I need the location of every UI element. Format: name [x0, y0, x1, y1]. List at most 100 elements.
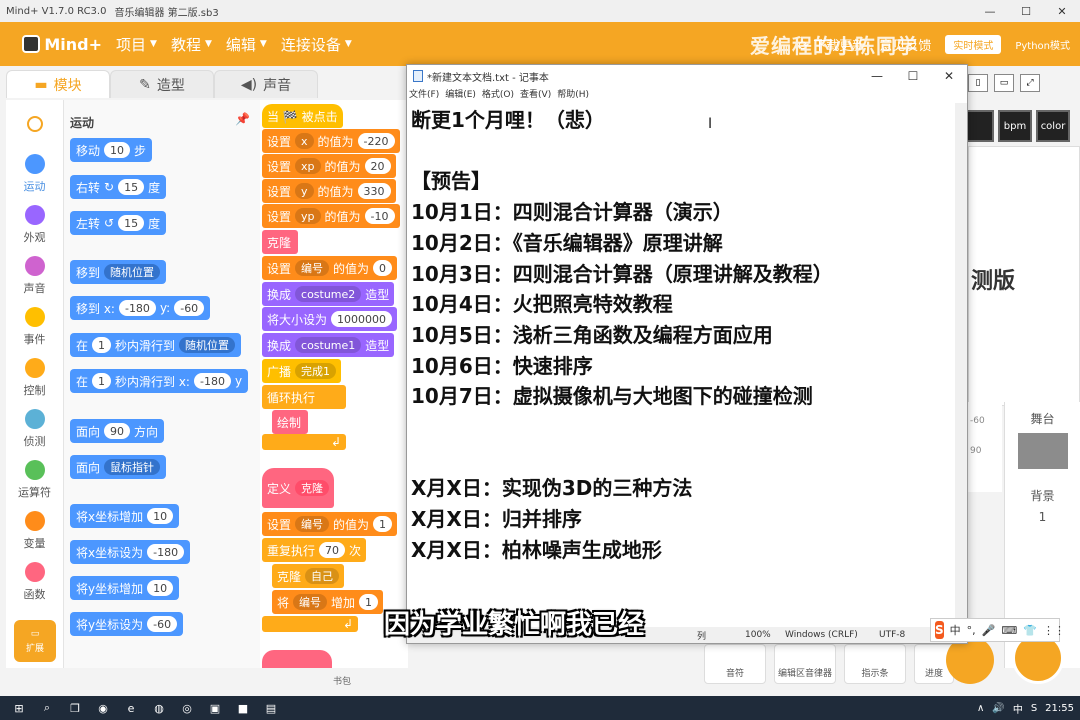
set-var-number[interactable]: 设置 编号 的值为 0 — [262, 256, 398, 280]
menu-tutorial[interactable]: 教程 ▼ — [171, 34, 212, 55]
notepad-menu-view[interactable]: 查看(V) — [520, 87, 551, 101]
call-draw[interactable]: 绘制 — [272, 410, 308, 434]
tool-indicator[interactable]: 指示条 — [844, 644, 906, 684]
tab-costumes[interactable]: ✎ 造型 — [110, 70, 214, 98]
close-button[interactable]: ✕ — [1044, 0, 1080, 22]
stage-canvas[interactable]: 测版 — [968, 146, 1080, 406]
call-clone[interactable]: 克隆 — [262, 230, 298, 254]
block-input[interactable]: 20 — [364, 158, 391, 174]
notepad-minimize-button[interactable]: — — [859, 65, 895, 87]
ime-chinese-toggle[interactable]: 中 — [950, 622, 961, 638]
hat-green-flag[interactable]: 当 🏁 被点击 — [262, 104, 343, 128]
ime-skin-icon[interactable]: 👕 — [1023, 624, 1037, 637]
backpack-label[interactable]: 书包 — [262, 674, 422, 688]
define-block-partial[interactable] — [262, 650, 332, 668]
block-input[interactable]: 0 — [373, 260, 393, 276]
app-icon[interactable]: ▣ — [206, 701, 224, 715]
block-input[interactable]: -220 — [357, 133, 395, 149]
set-var-number-2[interactable]: 设置 编号 的值为 1 — [262, 512, 398, 536]
minimize-button[interactable]: — — [972, 0, 1008, 22]
search-icon[interactable] — [26, 116, 43, 132]
block-input[interactable]: 1 — [373, 516, 393, 532]
menu-project[interactable]: 项目 ▼ — [116, 34, 157, 55]
ime-punctuation-icon[interactable]: °, — [967, 624, 976, 637]
clone-dropdown[interactable]: 自己 — [305, 568, 340, 584]
block-change-y[interactable]: 将y坐标增加 10 — [70, 576, 180, 600]
block-input[interactable]: 90 — [104, 423, 131, 439]
block-input[interactable]: 70 — [319, 542, 346, 558]
var-dropdown[interactable]: 编号 — [293, 594, 328, 610]
python-mode-button[interactable]: Python模式 — [1015, 37, 1070, 52]
notepad-menu-format[interactable]: 格式(O) — [482, 87, 514, 101]
tray-expand-icon[interactable]: ∧ — [977, 703, 984, 714]
set-var-yp[interactable]: 设置 yp 的值为 -10 — [262, 204, 400, 228]
costume-dropdown[interactable]: costume2 — [295, 286, 362, 302]
sogou-tray-icon[interactable]: S — [1031, 703, 1037, 714]
block-dropdown[interactable]: 随机位置 — [104, 264, 161, 280]
windows-start-icon[interactable]: ⊞ — [10, 701, 28, 715]
change-var-number[interactable]: 将编号 增加 1 — [272, 590, 384, 614]
clock[interactable]: 21:55 — [1045, 703, 1074, 714]
block-input[interactable]: -60 — [174, 300, 205, 316]
layout-small-icon[interactable]: ▯ — [968, 74, 988, 92]
block-input[interactable]: -10 — [364, 208, 395, 224]
mindplus-taskbar-icon[interactable]: ■ — [234, 701, 252, 715]
notepad-close-button[interactable]: ✕ — [931, 65, 967, 87]
block-set-y[interactable]: 将y坐标设为 -60 — [70, 612, 184, 636]
block-set-x[interactable]: 将x坐标设为 -180 — [70, 540, 191, 564]
costume-dropdown[interactable]: costume1 — [295, 337, 362, 353]
set-var-y[interactable]: 设置 y 的值为 330 — [262, 179, 396, 203]
block-input[interactable]: 1 — [92, 337, 112, 353]
browser-icon[interactable]: ◉ — [94, 701, 112, 715]
stage-thumbnail[interactable] — [1017, 433, 1068, 469]
set-var-xp[interactable]: 设置 xp 的值为 20 — [262, 154, 396, 178]
block-glide-xy[interactable]: 在 1 秒内滑行到 x: -180 y — [70, 369, 249, 393]
ime-menu-icon[interactable]: ⋮⋮ — [1043, 624, 1065, 637]
switch-costume2[interactable]: 换成 costume2 造型 — [262, 282, 395, 306]
block-goto-xy[interactable]: 移到 x: -180 y: -60 — [70, 296, 211, 320]
menu-connect[interactable]: 连接设备 ▼ — [281, 34, 352, 55]
tool-notes[interactable]: 音符 — [704, 644, 766, 684]
block-input[interactable]: 10 — [104, 142, 131, 158]
chrome-icon[interactable]: ◎ — [178, 701, 196, 715]
layout-normal-icon[interactable]: ▭ — [994, 74, 1014, 92]
pin-icon[interactable]: 📌 — [235, 112, 250, 126]
menu-edit[interactable]: 编辑 ▼ — [226, 34, 267, 55]
category-motion[interactable]: 运动 — [24, 154, 46, 205]
bpm-icon[interactable]: bpm — [998, 110, 1032, 142]
block-input[interactable]: 330 — [357, 183, 391, 199]
category-sensing[interactable]: 侦测 — [24, 409, 46, 460]
define-block[interactable]: 定义 克隆 — [262, 468, 335, 508]
forever-loop[interactable]: 循环执行 — [262, 385, 346, 409]
block-dropdown[interactable]: 鼠标指针 — [104, 459, 161, 475]
set-var-x[interactable]: 设置 x 的值为 -220 — [262, 129, 400, 153]
block-input[interactable]: 1 — [359, 594, 379, 610]
category-events[interactable]: 事件 — [24, 307, 46, 358]
tab-blocks[interactable]: ▬ 模块 — [6, 70, 110, 98]
message-dropdown[interactable]: 完成1 — [295, 363, 337, 379]
notepad-vertical-scrollbar[interactable] — [955, 103, 967, 631]
set-size[interactable]: 将大小设为 1000000 — [262, 307, 398, 331]
block-input[interactable]: 15 — [118, 215, 145, 231]
block-input[interactable]: 10 — [147, 508, 174, 524]
wechat-icon[interactable]: ◍ — [150, 701, 168, 715]
notepad-menu-help[interactable]: 帮助(H) — [557, 87, 589, 101]
block-turn-right[interactable]: 右转 ↻ 15 度 — [70, 175, 167, 199]
edge-icon[interactable]: e — [122, 701, 140, 715]
notepad-maximize-button[interactable]: ☐ — [895, 65, 931, 87]
block-point-towards[interactable]: 面向 鼠标指针 — [70, 455, 167, 479]
switch-costume1[interactable]: 换成 costume1 造型 — [262, 333, 395, 357]
block-input[interactable]: -180 — [118, 300, 156, 316]
block-move-steps[interactable]: 移动 10 步 — [70, 138, 153, 162]
volume-icon[interactable]: 🔊 — [992, 703, 1004, 714]
tab-sounds[interactable]: ◀) 声音 — [214, 70, 318, 98]
category-sound[interactable]: 声音 — [24, 256, 46, 307]
block-glide[interactable]: 在 1 秒内滑行到 随机位置 — [70, 333, 242, 357]
category-variables[interactable]: 变量 — [24, 511, 46, 562]
notepad-text-area[interactable]: 断更1个月哩！（悲） 【预告】 10月1日：四则混合计算器（演示） 10月2日：《音… — [409, 103, 957, 631]
repeat-loop[interactable]: 重复执行 70 次 — [262, 538, 367, 562]
notepad-menu-edit[interactable]: 编辑(E) — [445, 87, 476, 101]
block-input[interactable]: 10 — [147, 580, 174, 596]
maximize-button[interactable]: ☐ — [1008, 0, 1044, 22]
color-icon[interactable]: color — [1036, 110, 1070, 142]
